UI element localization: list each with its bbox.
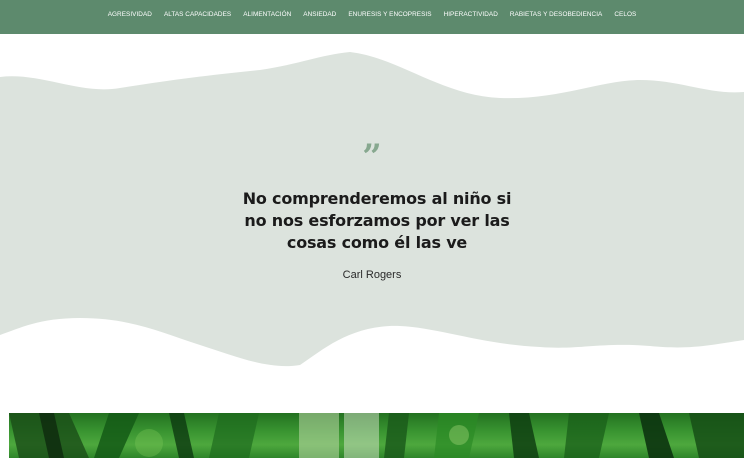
bamboo-forest-image [9,413,744,458]
bamboo-forest-illustration [9,413,744,458]
nav-menu: AGRESIVIDAD ALTAS CAPACIDADES ALIMENTACI… [0,0,744,28]
nav-item-agresividad[interactable]: AGRESIVIDAD [108,11,152,18]
nav-item-ansiedad[interactable]: ANSIEDAD [303,11,336,18]
nav-item-altas-capacidades[interactable]: ALTAS CAPACIDADES [164,11,231,18]
quote-author: Carl Rogers [342,269,402,281]
nav-item-enuresis-y-encopresis[interactable]: ENURESIS Y ENCOPRESIS [348,11,431,18]
quote-text: No comprenderemos al niño si no nos esfo… [242,189,512,252]
nav-item-rabietas-y-desobediencia[interactable]: RABIETAS Y DESOBEDIENCIA [510,11,602,18]
quote-icon: ” [362,137,382,177]
top-navigation-bar: AGRESIVIDAD ALTAS CAPACIDADES ALIMENTACI… [0,0,744,34]
nav-item-celos[interactable]: CELOS [614,11,636,18]
nav-item-hiperactividad[interactable]: HIPERACTIVIDAD [444,11,498,18]
nav-item-alimentacion[interactable]: ALIMENTACIÓN [243,11,291,18]
